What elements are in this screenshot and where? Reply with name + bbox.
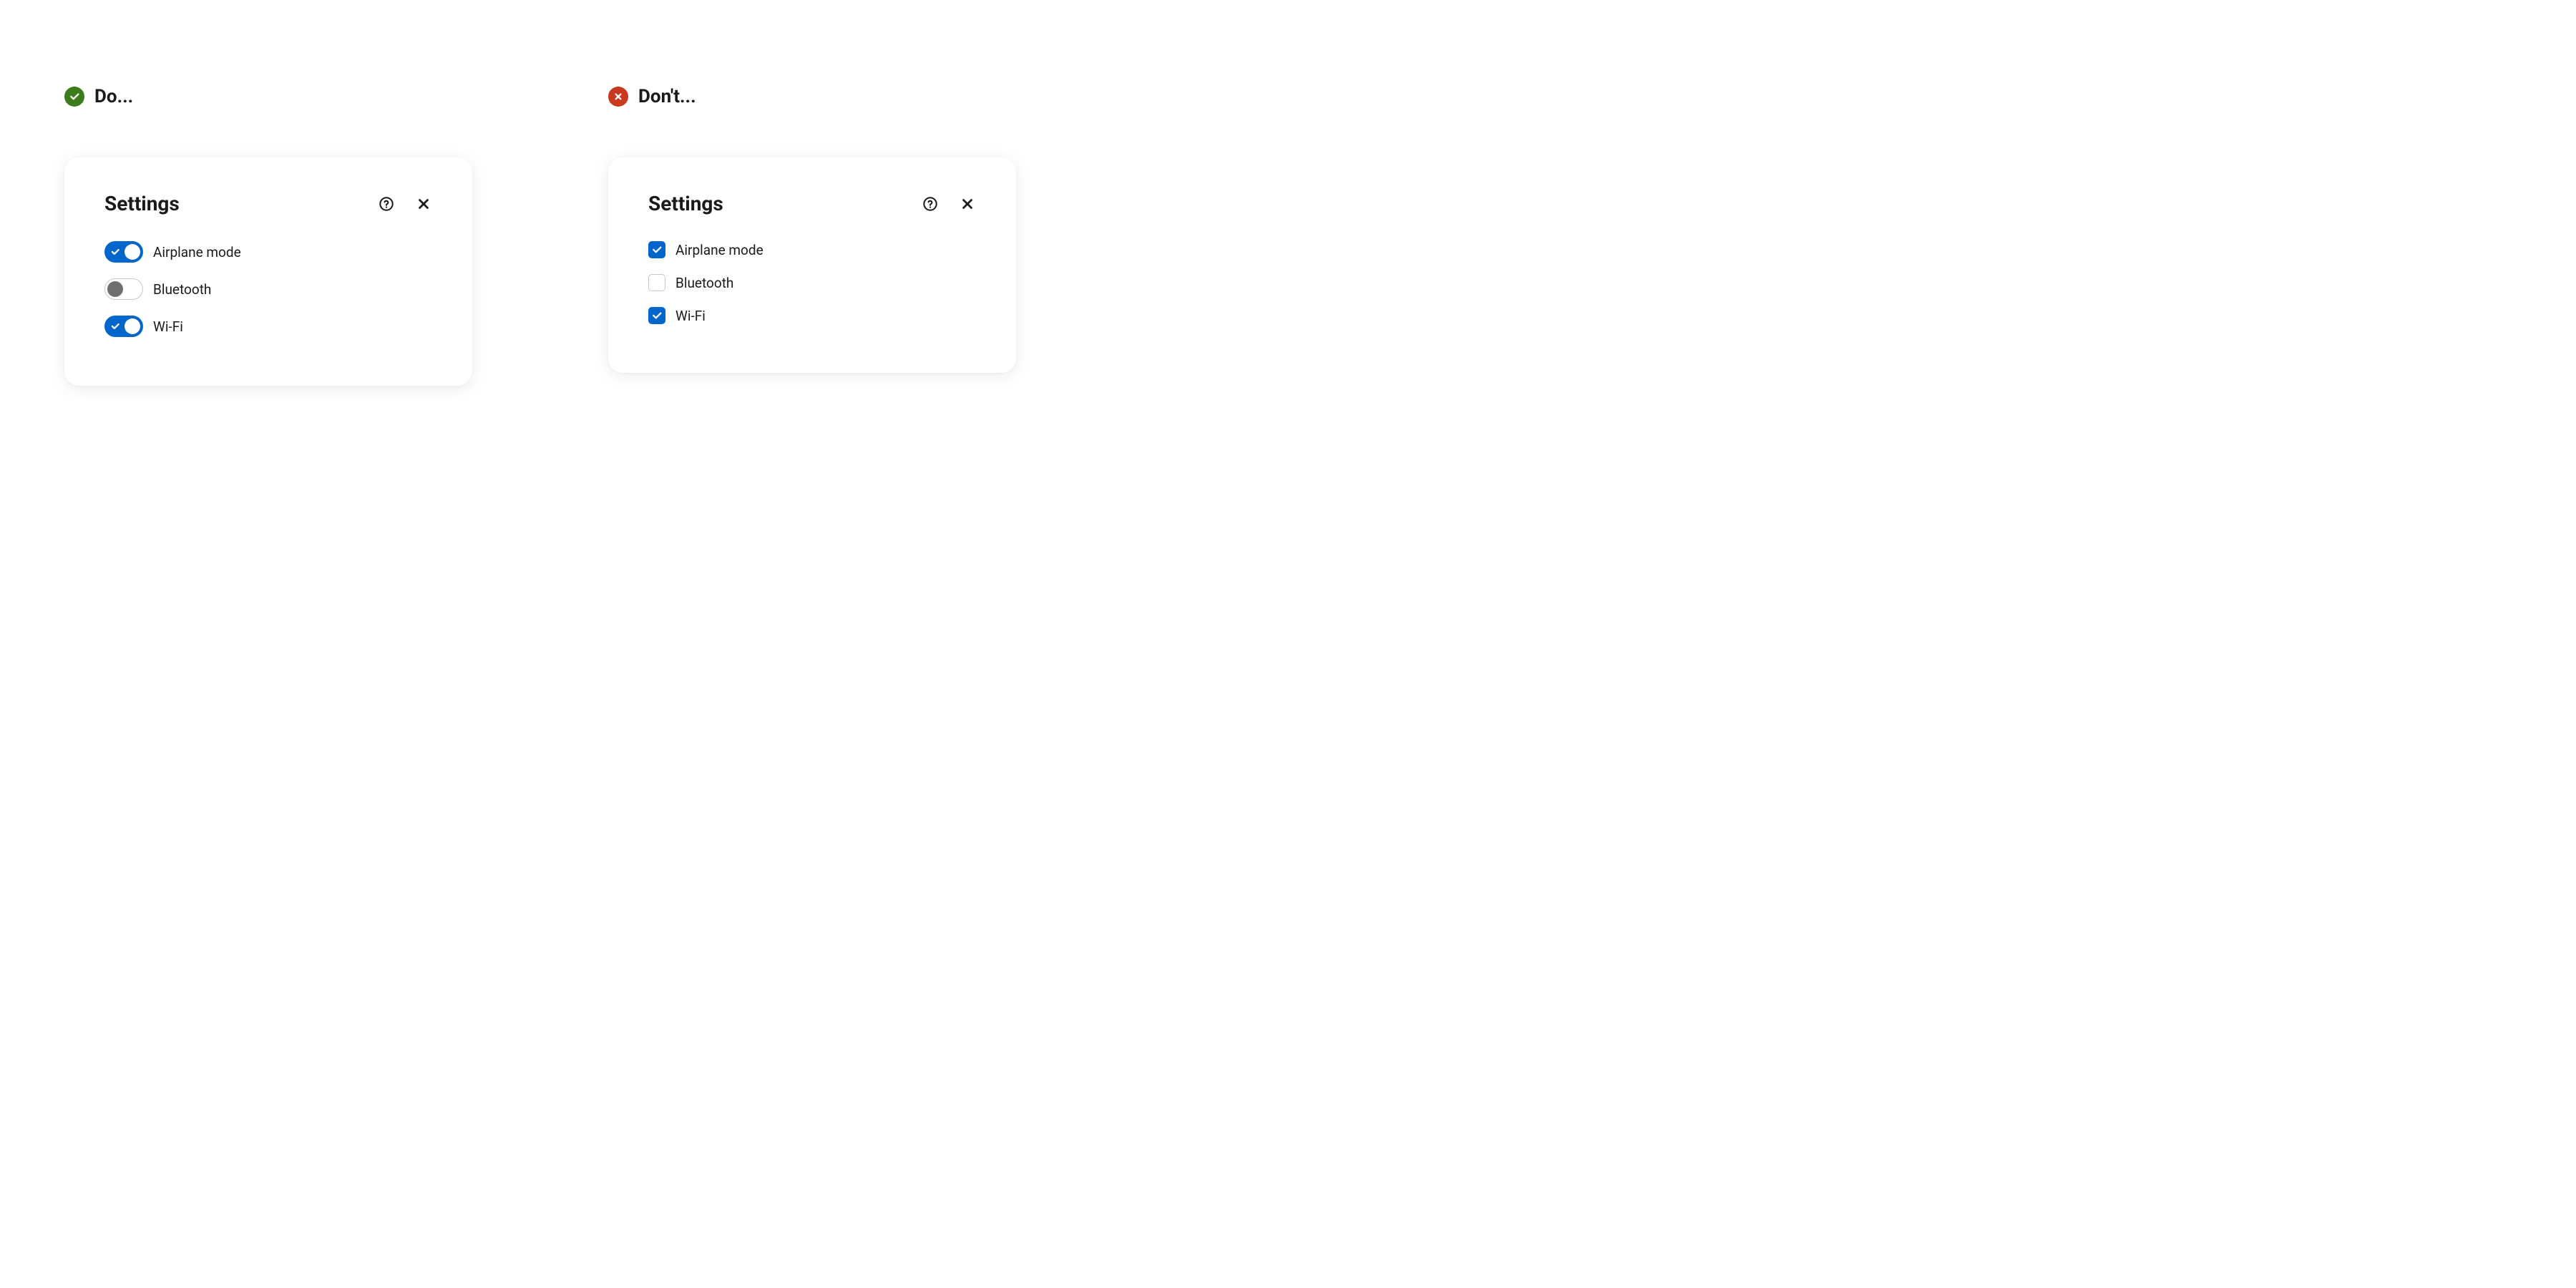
switch-thumb: [107, 281, 123, 297]
card-header: Settings: [104, 192, 432, 215]
setting-label: Bluetooth: [153, 281, 211, 298]
setting-label: Wi-Fi: [153, 318, 183, 335]
settings-list: Airplane mode Bluetooth Wi-Fi: [648, 241, 976, 324]
help-icon[interactable]: [378, 195, 395, 213]
checkmark-circle-icon: [64, 87, 84, 107]
card-actions: [922, 195, 976, 213]
airplane-mode-switch[interactable]: [104, 241, 143, 263]
setting-label: Airplane mode: [153, 244, 241, 260]
close-icon[interactable]: [415, 195, 432, 213]
help-icon[interactable]: [922, 195, 939, 213]
setting-row-bluetooth: Bluetooth: [648, 274, 976, 291]
card-title: Settings: [648, 192, 922, 215]
setting-label: Bluetooth: [675, 275, 733, 291]
setting-row-wifi: Wi-Fi: [104, 316, 432, 337]
setting-row-airplane: Airplane mode: [104, 241, 432, 263]
setting-label: Wi-Fi: [675, 308, 706, 324]
setting-row-bluetooth: Bluetooth: [104, 278, 432, 300]
card-header: Settings: [648, 192, 976, 215]
wifi-switch[interactable]: [104, 316, 143, 337]
do-header: Do...: [64, 86, 522, 107]
settings-list: Airplane mode Bluetooth Wi-Fi: [104, 241, 432, 337]
setting-row-airplane: Airplane mode: [648, 241, 976, 258]
x-circle-icon: [608, 87, 628, 107]
dont-header: Don't...: [608, 86, 1066, 107]
do-example: Do... Settings: [64, 86, 522, 386]
close-icon[interactable]: [959, 195, 976, 213]
bluetooth-switch[interactable]: [104, 278, 143, 300]
settings-card-dont: Settings Airplane mode: [608, 157, 1016, 373]
wifi-checkbox[interactable]: [648, 307, 665, 324]
settings-card-do: Settings: [64, 157, 472, 386]
setting-row-wifi: Wi-Fi: [648, 307, 976, 324]
switch-thumb: [125, 244, 140, 260]
airplane-mode-checkbox[interactable]: [648, 241, 665, 258]
dont-example: Don't... Settings: [608, 86, 1066, 386]
check-icon: [110, 321, 120, 331]
card-actions: [378, 195, 432, 213]
card-title: Settings: [104, 192, 378, 215]
switch-thumb: [125, 318, 140, 334]
setting-label: Airplane mode: [675, 242, 763, 258]
dont-title: Don't...: [638, 86, 696, 107]
do-title: Do...: [94, 86, 133, 107]
examples-container: Do... Settings: [64, 86, 1066, 386]
bluetooth-checkbox[interactable]: [648, 274, 665, 291]
check-icon: [110, 247, 120, 257]
